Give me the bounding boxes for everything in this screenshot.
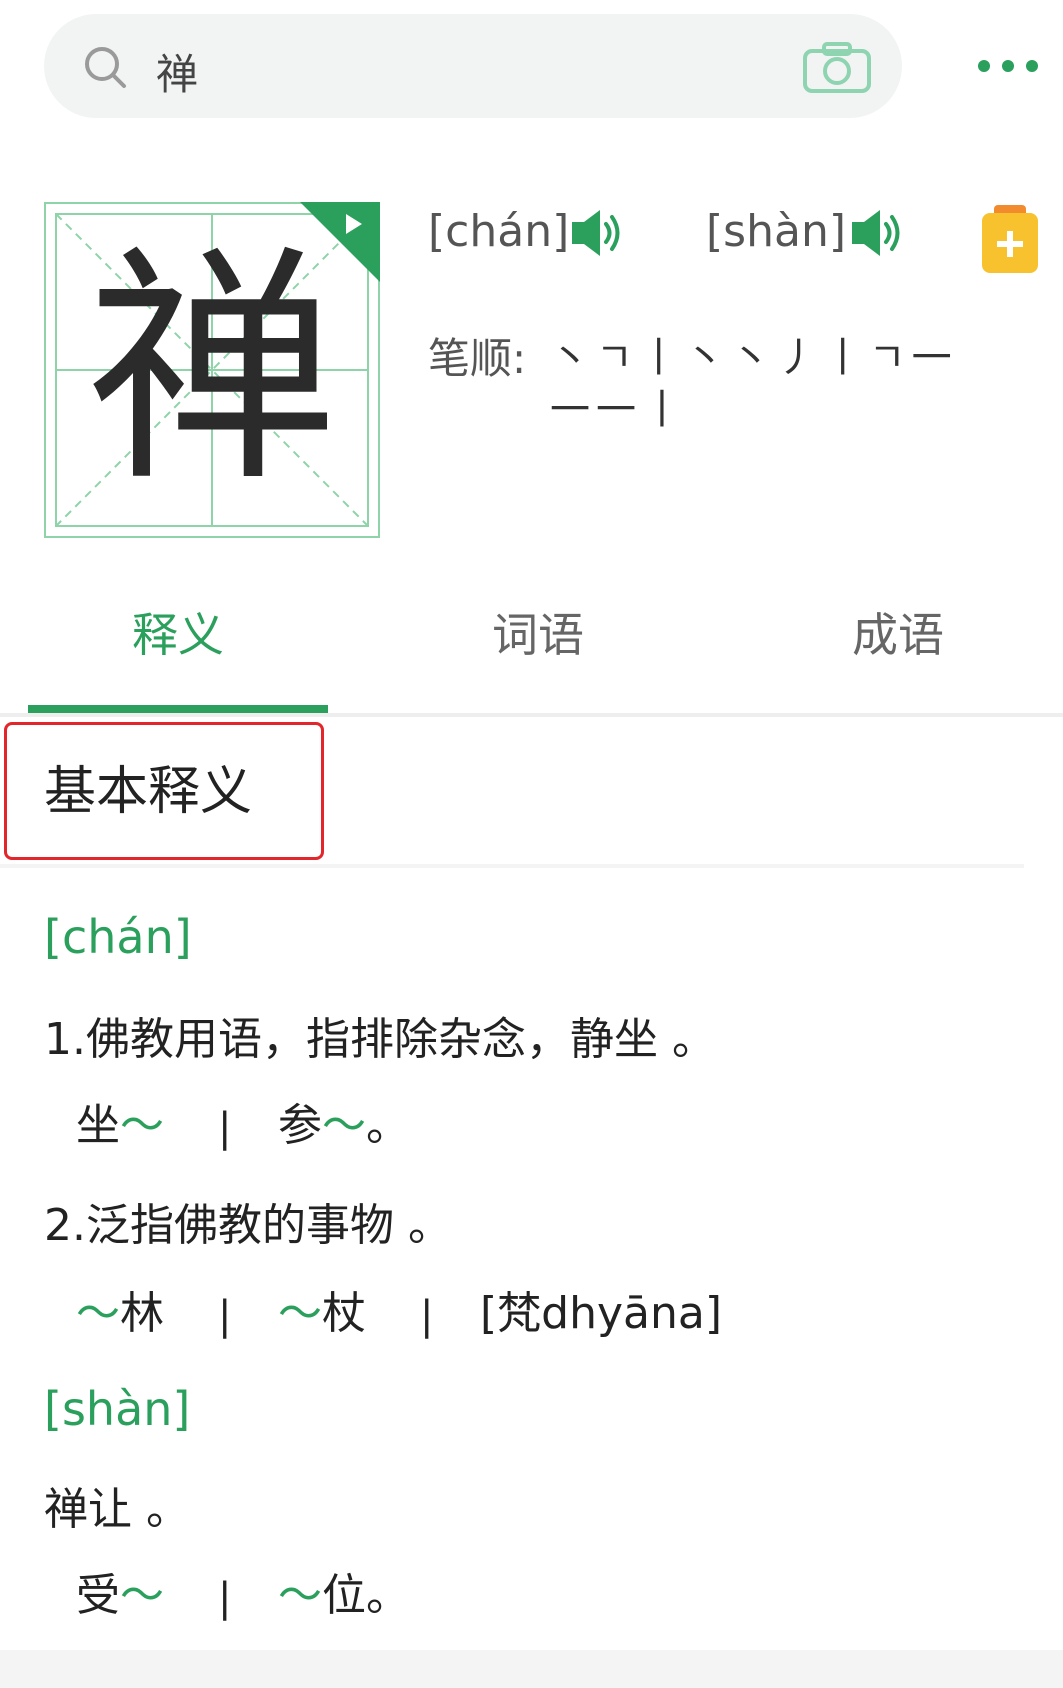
pinyin-heading-shan[interactable]: [shàn] xyxy=(44,1386,190,1432)
example-word[interactable]: ～林 xyxy=(76,1292,164,1336)
play-icon[interactable] xyxy=(300,202,380,282)
bottom-divider xyxy=(0,1650,1063,1688)
stroke-order-line-1: 丶ㄱ丨丶丶丿丨ㄱ一 xyxy=(550,335,958,381)
stroke-order-line-2: 一一丨 xyxy=(550,387,688,433)
example-word[interactable]: 参～。 xyxy=(278,1104,410,1148)
speaker-icon[interactable] xyxy=(570,208,626,258)
example-word[interactable]: ～杖 xyxy=(278,1292,366,1336)
stroke-order-label: 笔顺: xyxy=(428,334,527,383)
camera-icon[interactable] xyxy=(802,42,872,94)
active-tab-indicator xyxy=(28,705,328,713)
tab-idioms[interactable]: 成语 xyxy=(748,612,1048,658)
tabs-divider xyxy=(0,713,1063,717)
section-title: 基本释义 xyxy=(44,762,253,822)
pinyin-heading-chan[interactable]: [chán] xyxy=(44,914,192,960)
pinyin-chan: [chán] xyxy=(428,206,570,257)
add-to-notebook-icon[interactable] xyxy=(980,203,1040,275)
example-separator: | xyxy=(420,1293,434,1339)
example-word[interactable]: 坐～ xyxy=(76,1104,164,1148)
example-word[interactable]: ～位。 xyxy=(278,1574,410,1618)
more-icon[interactable] xyxy=(976,54,1040,78)
speaker-icon[interactable] xyxy=(850,208,906,258)
search-bar[interactable]: 禅 xyxy=(44,14,902,118)
example-separator: | xyxy=(218,1105,232,1151)
tab-words[interactable]: 词语 xyxy=(388,612,688,658)
search-input[interactable]: 禅 xyxy=(156,54,198,96)
example-separator: | xyxy=(218,1293,232,1339)
example-word[interactable]: 受～ xyxy=(76,1574,164,1618)
definition-text: 2.泛指佛教的事物 。 xyxy=(44,1200,452,1251)
section-divider xyxy=(0,864,1024,868)
definition-text: 禅让 。 xyxy=(44,1484,190,1535)
definition-text: 1.佛教用语，指排除杂念，静坐 。 xyxy=(44,1014,716,1065)
pinyin-shan: [shàn] xyxy=(706,206,846,257)
etymology-note: [梵dhyāna] xyxy=(480,1288,722,1339)
example-separator: | xyxy=(218,1575,232,1621)
search-icon xyxy=(85,47,126,88)
tab-definition[interactable]: 释义 xyxy=(28,612,328,658)
character-grid[interactable]: 禅 xyxy=(44,202,380,538)
